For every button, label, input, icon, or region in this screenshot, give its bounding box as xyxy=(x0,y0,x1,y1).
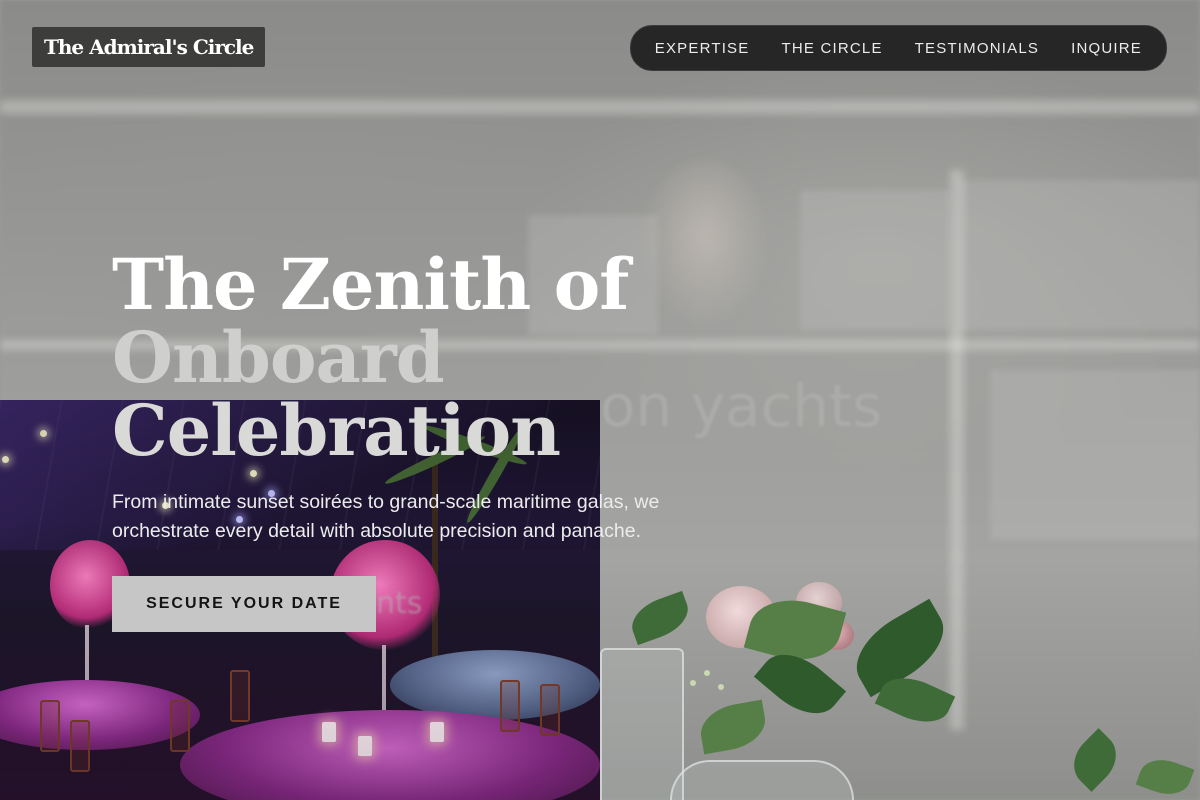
secure-your-date-button[interactable]: SECURE YOUR DATE xyxy=(112,576,376,632)
glass-vase xyxy=(670,760,854,800)
nav-item-testimonials[interactable]: TESTIMONIALS xyxy=(915,40,1039,57)
hero-subtitle: From intimate sunset soirées to grand-sc… xyxy=(112,491,660,542)
leaf xyxy=(1135,752,1195,800)
nav-item-inquire[interactable]: INQUIRE xyxy=(1071,40,1142,57)
berry xyxy=(704,670,710,676)
hero-title: The Zenith of Onboard Celebration xyxy=(112,243,629,472)
background-ghost-text: nts xyxy=(376,586,423,621)
floral-centerpiece xyxy=(600,560,1200,800)
nav-item-the-circle[interactable]: THE CIRCLE xyxy=(781,40,882,57)
nav-item-expertise[interactable]: EXPERTISE xyxy=(655,40,750,57)
tent-window-panel xyxy=(800,190,950,330)
leaf xyxy=(625,590,695,646)
background-ghost-text: on yachts xyxy=(600,372,883,440)
tent-beam xyxy=(0,100,1200,114)
tent-window-panel xyxy=(990,370,1200,540)
hero-title-line-2: Onboard xyxy=(112,316,445,399)
main-nav: EXPERTISE THE CIRCLE TESTIMONIALS INQUIR… xyxy=(629,25,1167,71)
hero-title-line-3: Celebration xyxy=(112,389,561,472)
berry xyxy=(718,684,724,690)
leaf xyxy=(696,699,770,755)
hero-title-line-1: The Zenith of xyxy=(112,243,629,326)
tent-window-panel xyxy=(960,180,1200,330)
glass-vase xyxy=(600,648,684,800)
brand-logo[interactable]: The Admiral's Circle xyxy=(32,27,266,67)
leaf xyxy=(1063,728,1127,792)
chandelier-blur xyxy=(640,160,770,330)
berry xyxy=(690,680,696,686)
